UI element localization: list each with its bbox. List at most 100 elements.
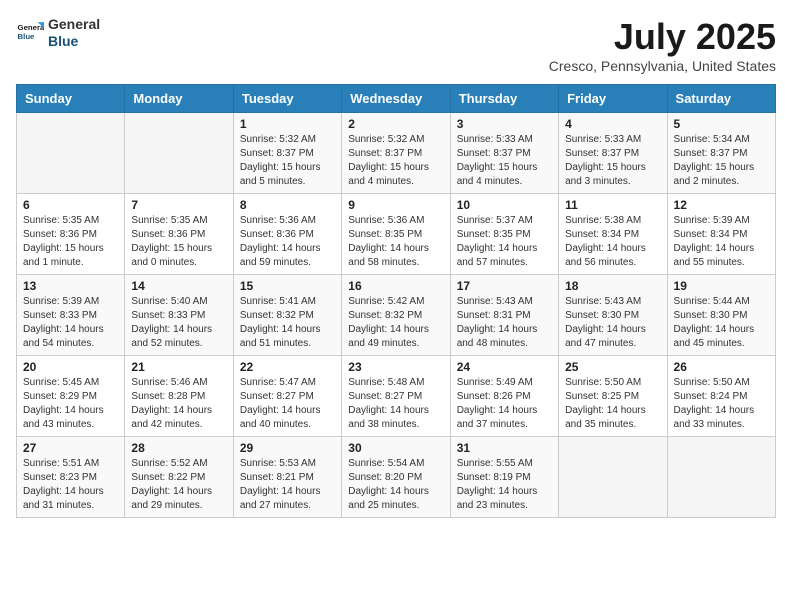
logo-general: General bbox=[48, 16, 100, 33]
day-number: 6 bbox=[23, 198, 118, 212]
day-info: Sunrise: 5:53 AM Sunset: 8:21 PM Dayligh… bbox=[240, 457, 335, 513]
calendar-cell: 2 Sunrise: 5:32 AM Sunset: 8:37 PM Daylig… bbox=[342, 113, 450, 194]
month-title: July 2025 bbox=[549, 16, 776, 58]
logo-text: General Blue bbox=[48, 16, 100, 50]
calendar-cell: 31 Sunrise: 5:55 AM Sunset: 8:19 PM Dayli… bbox=[450, 437, 558, 518]
location: Cresco, Pennsylvania, United States bbox=[549, 58, 776, 74]
calendar-cell: 30Sunrise: 5:54 AM Sunset: 8:20 PM Dayli… bbox=[342, 437, 450, 518]
calendar-table: SundayMondayTuesdayWednesdayThursdayFrid… bbox=[16, 84, 776, 518]
day-number: 4 bbox=[565, 117, 660, 131]
calendar-cell: 24Sunrise: 5:49 AM Sunset: 8:26 PM Dayli… bbox=[450, 356, 558, 437]
calendar-cell: 13 Sunrise: 5:39 AM Sunset: 8:33 PM Dayli… bbox=[17, 275, 125, 356]
day-number: 27 bbox=[23, 441, 118, 455]
day-number: 12 bbox=[674, 198, 769, 212]
page-header: General Blue General Blue July 2025 Cres… bbox=[16, 16, 776, 74]
calendar-week-row: 1 Sunrise: 5:32 AM Sunset: 8:37 PM Daylig… bbox=[17, 113, 776, 194]
day-number: 31 bbox=[457, 441, 552, 455]
calendar-cell: 4 Sunrise: 5:33 AM Sunset: 8:37 PM Daylig… bbox=[559, 113, 667, 194]
day-number: 16 bbox=[348, 279, 443, 293]
calendar-cell: 20 Sunrise: 5:45 AM Sunset: 8:29 PM Dayli… bbox=[17, 356, 125, 437]
calendar-cell: 22 Sunrise: 5:47 AM Sunset: 8:27 PM Dayli… bbox=[233, 356, 341, 437]
calendar-cell: 11 Sunrise: 5:38 AM Sunset: 8:34 PM Dayli… bbox=[559, 194, 667, 275]
day-number: 7 bbox=[131, 198, 226, 212]
calendar-cell: 28 Sunrise: 5:52 AM Sunset: 8:22 PM Dayli… bbox=[125, 437, 233, 518]
calendar-cell: 15 Sunrise: 5:41 AM Sunset: 8:32 PM Dayli… bbox=[233, 275, 341, 356]
calendar-cell: 18 Sunrise: 5:43 AM Sunset: 8:30 PM Dayli… bbox=[559, 275, 667, 356]
day-number: 20 bbox=[23, 360, 118, 374]
day-number: 24 bbox=[457, 360, 552, 374]
day-number: 10 bbox=[457, 198, 552, 212]
calendar-cell: 26 Sunrise: 5:50 AM Sunset: 8:24 PM Dayli… bbox=[667, 356, 775, 437]
calendar-cell: 5 Sunrise: 5:34 AM Sunset: 8:37 PM Daylig… bbox=[667, 113, 775, 194]
day-number: 29 bbox=[240, 441, 335, 455]
day-number: 17 bbox=[457, 279, 552, 293]
weekday-header-wednesday: Wednesday bbox=[342, 85, 450, 113]
calendar-week-row: 6 Sunrise: 5:35 AM Sunset: 8:36 PM Daylig… bbox=[17, 194, 776, 275]
calendar-cell: 8Sunrise: 5:36 AM Sunset: 8:36 PM Daylig… bbox=[233, 194, 341, 275]
day-number: 19 bbox=[674, 279, 769, 293]
calendar-cell: 27Sunrise: 5:51 AM Sunset: 8:23 PM Dayli… bbox=[17, 437, 125, 518]
logo: General Blue General Blue bbox=[16, 16, 100, 50]
day-number: 9 bbox=[348, 198, 443, 212]
day-info: Sunrise: 5:33 AM Sunset: 8:37 PM Dayligh… bbox=[565, 133, 660, 189]
day-number: 11 bbox=[565, 198, 660, 212]
weekday-header-saturday: Saturday bbox=[667, 85, 775, 113]
calendar-week-row: 27Sunrise: 5:51 AM Sunset: 8:23 PM Dayli… bbox=[17, 437, 776, 518]
day-info: Sunrise: 5:39 AM Sunset: 8:33 PM Dayligh… bbox=[23, 295, 118, 351]
calendar-week-row: 13 Sunrise: 5:39 AM Sunset: 8:33 PM Dayli… bbox=[17, 275, 776, 356]
title-block: July 2025 Cresco, Pennsylvania, United S… bbox=[549, 16, 776, 74]
calendar-cell: 7Sunrise: 5:35 AM Sunset: 8:36 PM Daylig… bbox=[125, 194, 233, 275]
day-info: Sunrise: 5:35 AM Sunset: 8:36 PM Dayligh… bbox=[23, 214, 118, 270]
day-info: Sunrise: 5:32 AM Sunset: 8:37 PM Dayligh… bbox=[348, 133, 443, 189]
day-number: 30 bbox=[348, 441, 443, 455]
day-number: 26 bbox=[674, 360, 769, 374]
calendar-week-row: 20 Sunrise: 5:45 AM Sunset: 8:29 PM Dayli… bbox=[17, 356, 776, 437]
day-info: Sunrise: 5:55 AM Sunset: 8:19 PM Dayligh… bbox=[457, 457, 552, 513]
day-number: 5 bbox=[674, 117, 769, 131]
day-info: Sunrise: 5:45 AM Sunset: 8:29 PM Dayligh… bbox=[23, 376, 118, 432]
calendar-cell: 10Sunrise: 5:37 AM Sunset: 8:35 PM Dayli… bbox=[450, 194, 558, 275]
day-number: 18 bbox=[565, 279, 660, 293]
weekday-header-row: SundayMondayTuesdayWednesdayThursdayFrid… bbox=[17, 85, 776, 113]
day-number: 28 bbox=[131, 441, 226, 455]
day-number: 15 bbox=[240, 279, 335, 293]
logo-icon: General Blue bbox=[16, 19, 44, 47]
calendar-cell: 6 Sunrise: 5:35 AM Sunset: 8:36 PM Daylig… bbox=[17, 194, 125, 275]
svg-text:Blue: Blue bbox=[18, 32, 36, 41]
calendar-cell bbox=[559, 437, 667, 518]
day-info: Sunrise: 5:40 AM Sunset: 8:33 PM Dayligh… bbox=[131, 295, 226, 351]
day-info: Sunrise: 5:38 AM Sunset: 8:34 PM Dayligh… bbox=[565, 214, 660, 270]
calendar-cell: 16Sunrise: 5:42 AM Sunset: 8:32 PM Dayli… bbox=[342, 275, 450, 356]
calendar-cell: 1Sunrise: 5:32 AM Sunset: 8:37 PM Daylig… bbox=[233, 113, 341, 194]
day-number: 14 bbox=[131, 279, 226, 293]
calendar-cell: 12 Sunrise: 5:39 AM Sunset: 8:34 PM Dayli… bbox=[667, 194, 775, 275]
logo-blue: Blue bbox=[48, 33, 100, 50]
calendar-cell: 21Sunrise: 5:46 AM Sunset: 8:28 PM Dayli… bbox=[125, 356, 233, 437]
day-info: Sunrise: 5:50 AM Sunset: 8:24 PM Dayligh… bbox=[674, 376, 769, 432]
day-info: Sunrise: 5:36 AM Sunset: 8:35 PM Dayligh… bbox=[348, 214, 443, 270]
day-number: 22 bbox=[240, 360, 335, 374]
day-info: Sunrise: 5:50 AM Sunset: 8:25 PM Dayligh… bbox=[565, 376, 660, 432]
day-info: Sunrise: 5:52 AM Sunset: 8:22 PM Dayligh… bbox=[131, 457, 226, 513]
calendar-cell: 14 Sunrise: 5:40 AM Sunset: 8:33 PM Dayli… bbox=[125, 275, 233, 356]
day-info: Sunrise: 5:34 AM Sunset: 8:37 PM Dayligh… bbox=[674, 133, 769, 189]
calendar-cell: 17Sunrise: 5:43 AM Sunset: 8:31 PM Dayli… bbox=[450, 275, 558, 356]
day-info: Sunrise: 5:41 AM Sunset: 8:32 PM Dayligh… bbox=[240, 295, 335, 351]
weekday-header-tuesday: Tuesday bbox=[233, 85, 341, 113]
calendar-cell bbox=[667, 437, 775, 518]
calendar-cell: 9 Sunrise: 5:36 AM Sunset: 8:35 PM Daylig… bbox=[342, 194, 450, 275]
day-info: Sunrise: 5:39 AM Sunset: 8:34 PM Dayligh… bbox=[674, 214, 769, 270]
calendar-cell bbox=[17, 113, 125, 194]
day-number: 8 bbox=[240, 198, 335, 212]
day-number: 2 bbox=[348, 117, 443, 131]
day-info: Sunrise: 5:48 AM Sunset: 8:27 PM Dayligh… bbox=[348, 376, 443, 432]
day-number: 3 bbox=[457, 117, 552, 131]
day-number: 23 bbox=[348, 360, 443, 374]
day-number: 21 bbox=[131, 360, 226, 374]
weekday-header-sunday: Sunday bbox=[17, 85, 125, 113]
day-info: Sunrise: 5:44 AM Sunset: 8:30 PM Dayligh… bbox=[674, 295, 769, 351]
day-number: 13 bbox=[23, 279, 118, 293]
day-info: Sunrise: 5:47 AM Sunset: 8:27 PM Dayligh… bbox=[240, 376, 335, 432]
day-number: 1 bbox=[240, 117, 335, 131]
day-info: Sunrise: 5:43 AM Sunset: 8:30 PM Dayligh… bbox=[565, 295, 660, 351]
